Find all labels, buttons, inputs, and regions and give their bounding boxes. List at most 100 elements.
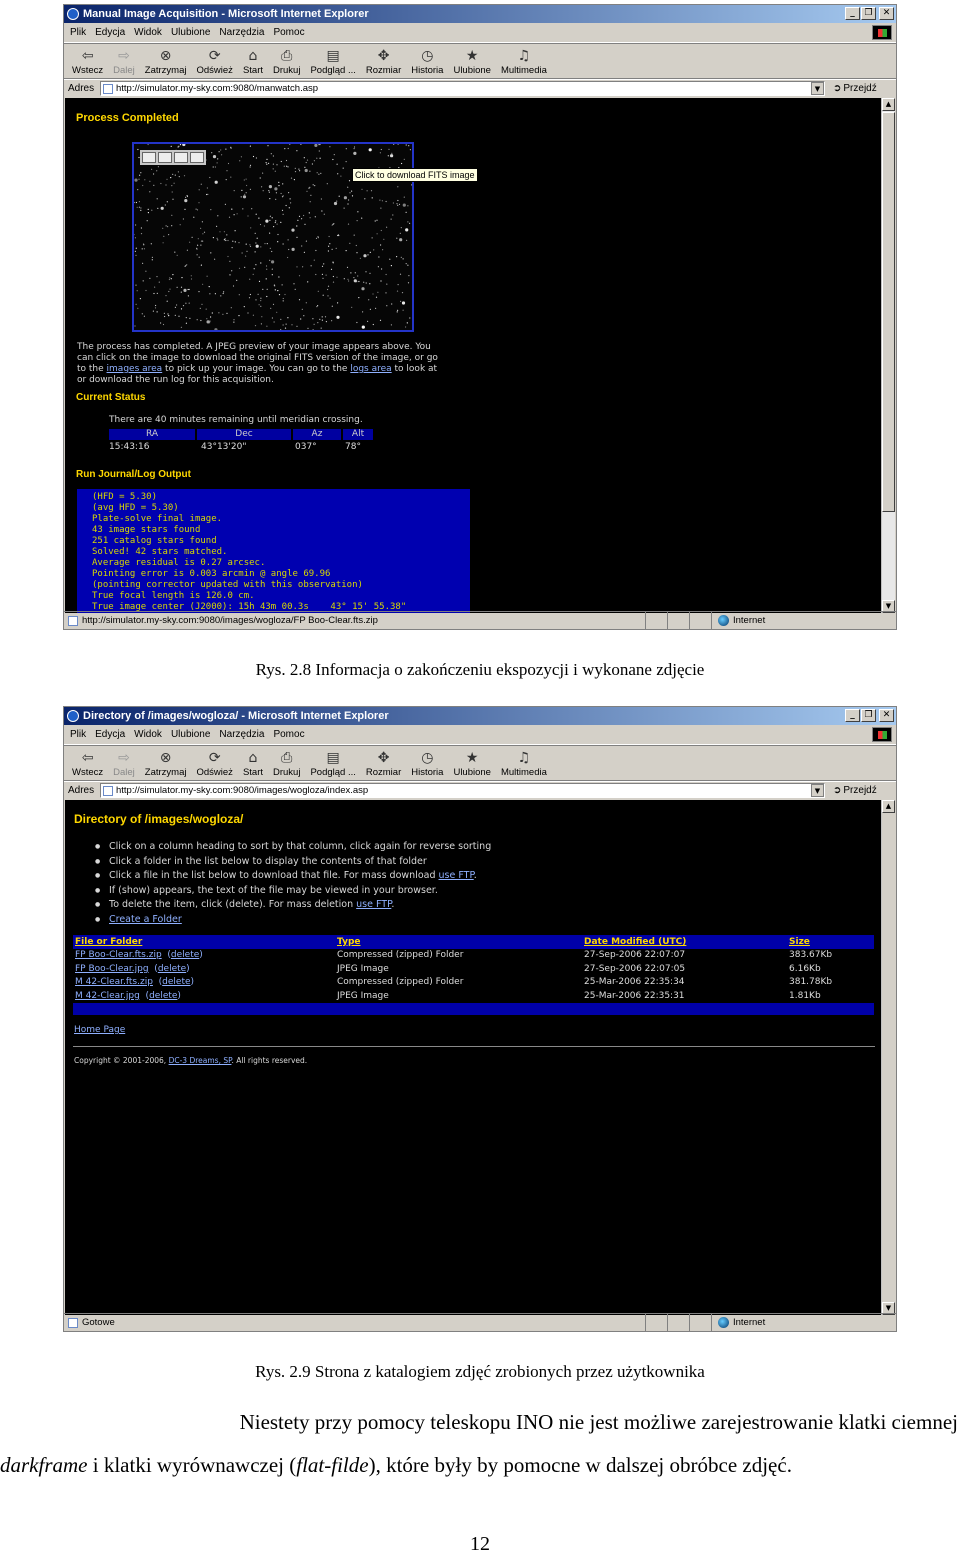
toolbar-button-5[interactable]: ⎙ Drukuj — [271, 44, 302, 78]
toolbar-button-9[interactable]: ★ Ulubione — [451, 746, 493, 780]
minimize-button[interactable]: _ — [845, 7, 860, 20]
menu-item-2[interactable]: Widok — [134, 729, 162, 740]
scroll-thumb[interactable] — [882, 112, 895, 512]
menu-item-0[interactable]: Plik — [70, 729, 86, 740]
save-icon[interactable] — [142, 152, 156, 163]
toolbar-button-9[interactable]: ★ Ulubione — [451, 44, 493, 78]
toolbar-button-1[interactable]: ⇨ Dalej — [111, 44, 137, 78]
ie-logo-icon — [67, 8, 79, 20]
delete-link[interactable]: delete — [149, 991, 177, 1001]
multimedia-icon: ♫ — [517, 48, 531, 64]
close-button[interactable]: ✕ — [879, 709, 894, 722]
toolbar-button-2[interactable]: ⊗ Zatrzymaj — [143, 746, 189, 780]
favorites-icon: ★ — [465, 750, 479, 766]
toolbar-button-8[interactable]: ◷ Historia — [409, 44, 445, 78]
address-input[interactable]: http://simulator.my-sky.com:9080/manwatc… — [100, 81, 825, 96]
file-link[interactable]: M 42-Clear.fts.zip — [75, 977, 153, 987]
forward-arrow-icon: ⇨ — [118, 48, 130, 64]
mail-icon[interactable] — [174, 152, 188, 163]
toolbar-button-4[interactable]: ⌂ Start — [241, 44, 265, 78]
address-dropdown-icon[interactable]: ▼ — [811, 82, 824, 95]
file-link[interactable]: FP Boo-Clear.jpg — [75, 964, 149, 974]
delete-link[interactable]: delete — [158, 964, 186, 974]
home-icon: ⌂ — [248, 48, 258, 64]
toolbar-button-3[interactable]: ⟳ Odśwież — [195, 746, 235, 780]
folder-icon[interactable] — [190, 152, 204, 163]
delete-link[interactable]: delete — [171, 950, 199, 960]
toolbar-button-7[interactable]: ✥ Rozmiar — [364, 44, 403, 78]
forward-arrow-icon: ⇨ — [118, 750, 130, 766]
toolbar-button-6[interactable]: ▤ Podgląd ... — [308, 44, 357, 78]
toolbar-button-7[interactable]: ✥ Rozmiar — [364, 746, 403, 780]
close-button[interactable]: ✕ — [879, 7, 894, 20]
instruction-link[interactable]: Create a Folder — [109, 914, 182, 925]
col-file-or-folder[interactable]: File or Folder — [73, 937, 335, 947]
toolbar-button-0[interactable]: ⇦ Wstecz — [70, 746, 105, 780]
scroll-up-icon[interactable]: ▲ — [882, 800, 895, 813]
minimize-button[interactable]: _ — [845, 709, 860, 722]
logs-area-link[interactable]: logs area — [350, 364, 391, 374]
col-date-modified[interactable]: Date Modified (UTC) — [582, 937, 787, 947]
file-link[interactable]: M 42-Clear.jpg — [75, 991, 140, 1001]
vertical-scrollbar[interactable]: ▲ ▼ — [881, 98, 895, 613]
toolbar-button-8[interactable]: ◷ Historia — [409, 746, 445, 780]
home-page-link[interactable]: Home Page — [74, 1025, 125, 1035]
toolbar-button-6[interactable]: ▤ Podgląd ... — [308, 746, 357, 780]
images-area-link[interactable]: images area — [107, 364, 163, 374]
fits-preview-image[interactable]: Click to download FITS image — [132, 142, 478, 332]
menu-item-5[interactable]: Pomoc — [273, 27, 304, 38]
log-line: Average residual is 0.27 arcsec. — [92, 558, 266, 568]
toolbar-label: Zatrzymaj — [144, 65, 187, 76]
menu-item-2[interactable]: Widok — [134, 27, 162, 38]
caption-figure-2-8: Rys. 2.8 Informacja o zakończeniu ekspoz… — [255, 660, 705, 679]
col-type[interactable]: Type — [335, 937, 582, 947]
menu-item-3[interactable]: Ulubione — [171, 27, 210, 38]
multimedia-icon: ♫ — [517, 750, 531, 766]
log-line: (HFD = 5.30) — [92, 492, 158, 502]
menu-item-0[interactable]: Plik — [70, 27, 86, 38]
menu-item-1[interactable]: Edycja — [95, 729, 125, 740]
go-button[interactable]: ➲ Przejdź — [833, 785, 877, 796]
address-input[interactable]: http://simulator.my-sky.com:9080/images/… — [100, 783, 825, 798]
menu-item-5[interactable]: Pomoc — [273, 729, 304, 740]
print-icon[interactable] — [158, 152, 172, 163]
instruction-link[interactable]: use FTP — [439, 870, 474, 881]
toolbar-button-3[interactable]: ⟳ Odśwież — [195, 44, 235, 78]
menu-item-1[interactable]: Edycja — [95, 27, 125, 38]
menu-item-4[interactable]: Narzędzia — [219, 27, 264, 38]
menu-item-4[interactable]: Narzędzia — [219, 729, 264, 740]
screenshot-process-completed: Manual Image Acquisition - Microsoft Int… — [63, 4, 897, 630]
toolbar-button-2[interactable]: ⊗ Zatrzymaj — [143, 44, 189, 78]
col-dec: Dec — [197, 429, 291, 440]
windows-flag-icon — [872, 727, 892, 742]
delete-link[interactable]: delete — [162, 977, 190, 987]
instruction-link[interactable]: use FTP — [356, 899, 391, 910]
dc3-dreams-link[interactable]: DC-3 Dreams, SP — [169, 1056, 232, 1065]
menu-item-3[interactable]: Ulubione — [171, 729, 210, 740]
file-link[interactable]: FP Boo-Clear.fts.zip — [75, 950, 162, 960]
status-bar: Gotowe Internet — [64, 1313, 896, 1331]
page-icon — [68, 1317, 78, 1328]
maximize-button[interactable]: ❐ — [861, 7, 876, 20]
toolbar-button-5[interactable]: ⎙ Drukuj — [271, 746, 302, 780]
meridian-text: There are 40 minutes remaining until mer… — [109, 415, 363, 425]
current-status-heading: Current Status — [76, 392, 146, 403]
toolbar-button-4[interactable]: ⌂ Start — [241, 746, 265, 780]
address-dropdown-icon[interactable]: ▼ — [811, 784, 824, 797]
go-button[interactable]: ➲ Przejdź — [833, 83, 877, 94]
maximize-button[interactable]: ❐ — [861, 709, 876, 722]
body-paragraph-line1: Niestety przy pomocy teleskopu INO nie j… — [239, 1410, 958, 1434]
col-size[interactable]: Size — [787, 937, 874, 947]
toolbar-button-10[interactable]: ♫ Multimedia — [499, 44, 549, 78]
page-icon — [68, 615, 78, 626]
vertical-scrollbar[interactable]: ▲ ▼ — [881, 800, 895, 1315]
history-icon: ◷ — [421, 48, 434, 64]
toolbar-button-1[interactable]: ⇨ Dalej — [111, 746, 137, 780]
description-text: The process has completed. A JPEG previe… — [77, 342, 438, 385]
toolbar-button-0[interactable]: ⇦ Wstecz — [70, 44, 105, 78]
file-date: 27-Sep-2006 22:07:07 — [584, 950, 686, 961]
page-viewport: Directory of /images/wogloza/ Click on a… — [65, 800, 882, 1315]
scroll-up-icon[interactable]: ▲ — [882, 98, 895, 111]
log-line: 43 image stars found — [92, 525, 201, 535]
toolbar-button-10[interactable]: ♫ Multimedia — [499, 746, 549, 780]
